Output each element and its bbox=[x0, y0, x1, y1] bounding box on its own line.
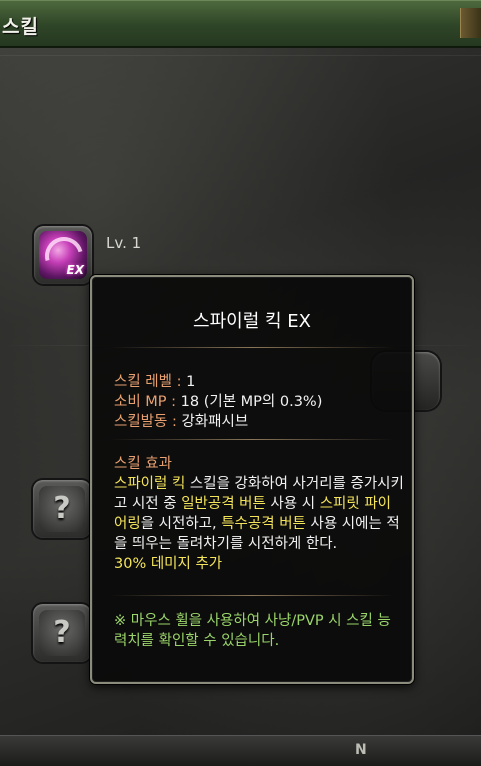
spiral-kick-icon: EX bbox=[39, 231, 87, 279]
stat-activation: 스킬발동 : 강화패시브 bbox=[114, 412, 322, 432]
bottom-bar-glyph: N bbox=[355, 742, 367, 758]
effect-keyword: 스파이럴 킥 bbox=[114, 476, 186, 492]
effect-bonus: 30% 데미지 추가 bbox=[114, 556, 223, 572]
effect-keyword: 일반공격 버튼 bbox=[181, 496, 266, 512]
stat-label: 스킬 레벨 : bbox=[114, 374, 187, 390]
locked-skill-slot[interactable]: ? bbox=[33, 604, 91, 662]
skill-slot-spiral-kick-ex[interactable]: EX bbox=[34, 226, 92, 284]
stat-mp-cost: 소비 MP : 18 (기본 MP의 0.3%) bbox=[114, 392, 322, 412]
stat-value: 18 (기본 MP의 0.3%) bbox=[180, 394, 323, 410]
bottom-bar: N bbox=[0, 735, 481, 766]
skill-effect: 스킬 효과 스파이럴 킥 스킬을 강화하여 사거리를 증가시키고 시전 중 일반… bbox=[114, 454, 404, 574]
stat-skill-level: 스킬 레벨 : 1 bbox=[114, 372, 322, 392]
question-mark-icon: ? bbox=[39, 610, 85, 656]
stat-value: 1 bbox=[186, 374, 196, 390]
tooltip-divider bbox=[110, 439, 394, 440]
effect-keyword: 특수공격 버튼 bbox=[221, 516, 306, 532]
skill-tooltip: 스파이럴 킥 EX 스킬 레벨 : 1 소비 MP : 18 (기본 MP의 0… bbox=[90, 275, 414, 684]
question-mark-icon: ? bbox=[39, 486, 85, 532]
stat-label: 스킬발동 : bbox=[114, 414, 182, 430]
skill-name: 스파이럴 킥 EX bbox=[193, 311, 311, 332]
tooltip-divider bbox=[110, 595, 394, 596]
effect-description: 스파이럴 킥 스킬을 강화하여 사거리를 증가시키고 시전 중 일반공격 버튼 … bbox=[114, 474, 404, 554]
skill-stats: 스킬 레벨 : 1 소비 MP : 18 (기본 MP의 0.3%) 스킬발동 … bbox=[114, 372, 322, 432]
effect-text: 사용 시 bbox=[265, 496, 320, 512]
stat-value: 강화패시브 bbox=[181, 414, 249, 430]
skill-level-label: Lv. 1 bbox=[106, 234, 142, 252]
title-bar[interactable]: 스킬 bbox=[0, 0, 481, 48]
window-title: 스킬 bbox=[2, 16, 39, 38]
tooltip-note: ※ 마우스 휠을 사용하여 사냥/PVP 시 스킬 능력치를 확인할 수 있습니… bbox=[114, 613, 391, 649]
locked-skill-slot[interactable]: ? bbox=[33, 480, 91, 538]
title-bar-ornament bbox=[460, 8, 481, 38]
tooltip-divider bbox=[110, 347, 394, 348]
ex-badge: EX bbox=[66, 263, 84, 277]
effect-title: 스킬 효과 bbox=[114, 456, 172, 472]
effect-text: 을 시전하고, bbox=[140, 516, 222, 532]
stat-label: 소비 MP : bbox=[114, 394, 181, 410]
